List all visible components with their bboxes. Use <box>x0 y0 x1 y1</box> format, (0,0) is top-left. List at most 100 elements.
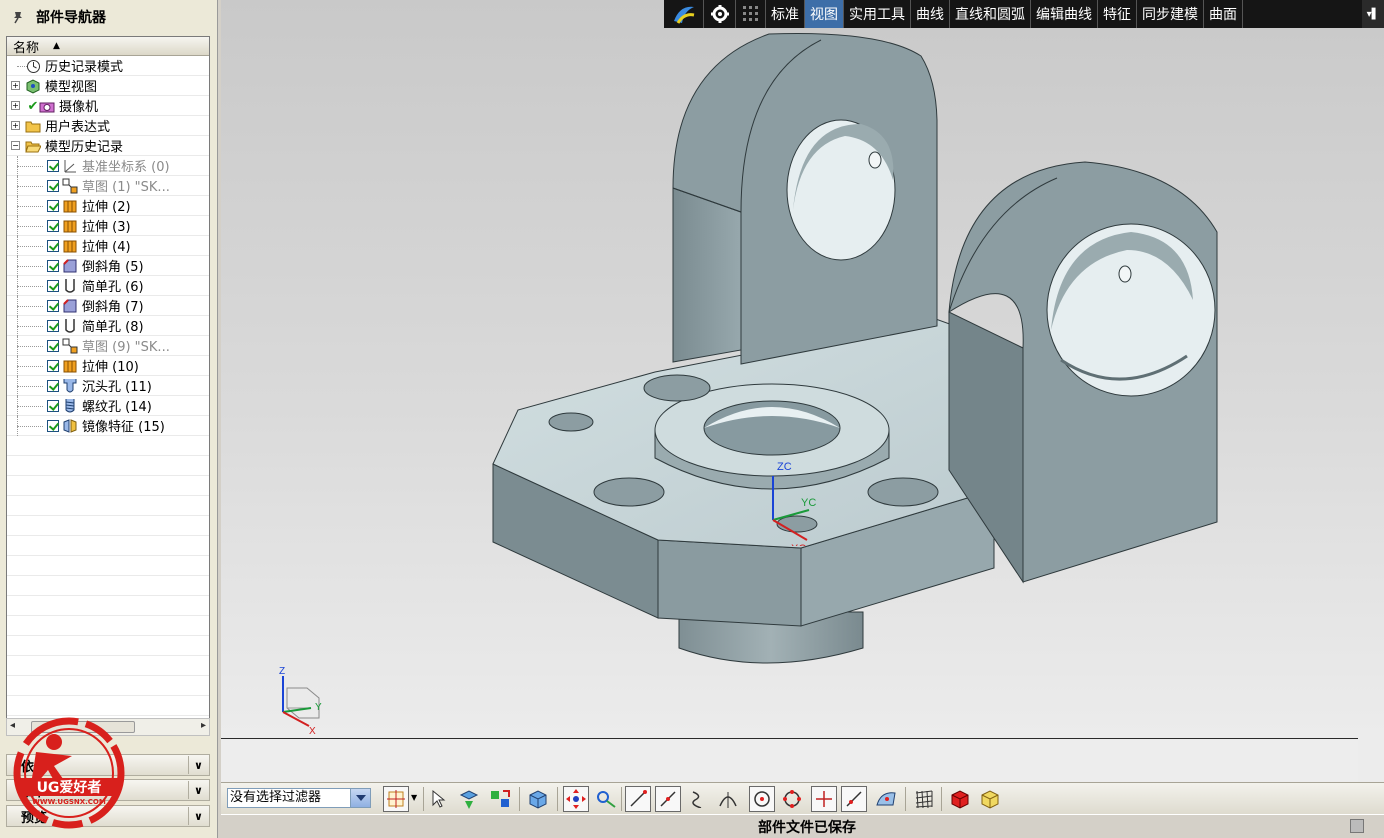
type-filter-select[interactable]: 没有选择过滤器 <box>227 788 371 808</box>
menu-tab[interactable]: 特征 <box>1098 0 1137 28</box>
existing-point-icon[interactable] <box>811 786 837 812</box>
suppress-checkbox[interactable] <box>47 420 59 432</box>
menu-tab[interactable]: 曲线 <box>911 0 950 28</box>
suppress-checkbox[interactable] <box>47 380 59 392</box>
tree-expander-icon[interactable]: + <box>11 81 20 90</box>
tree-expander-icon[interactable]: + <box>11 121 20 130</box>
tree-row[interactable]: 简单孔 (8) <box>7 316 209 336</box>
chamfer-icon <box>62 258 78 274</box>
intersection-point-icon[interactable] <box>715 786 741 812</box>
tree-row[interactable]: 镜像特征 (15) <box>7 416 209 436</box>
point-on-surface-icon[interactable] <box>873 786 899 812</box>
absolute-triad: Z Y X <box>279 666 322 737</box>
tree-empty-row <box>7 496 209 516</box>
tree-row[interactable]: 螺纹孔 (14) <box>7 396 209 416</box>
grid-display-icon[interactable] <box>911 786 937 812</box>
tree-expander-icon[interactable]: − <box>11 141 20 150</box>
menu-overflow-icon[interactable]: ▾▌ <box>1362 0 1384 28</box>
suppress-checkbox[interactable] <box>47 400 59 412</box>
suppress-checkbox[interactable] <box>47 260 59 272</box>
control-point-icon[interactable] <box>685 786 711 812</box>
tree-row[interactable]: 历史记录模式 <box>7 56 209 76</box>
snap-point-toggle-icon[interactable] <box>563 786 589 812</box>
tree-row[interactable]: 草图 (9) "SK... <box>7 336 209 356</box>
chevron-down-icon[interactable]: ∨ <box>188 807 208 825</box>
tree-row[interactable]: 简单孔 (6) <box>7 276 209 296</box>
graphics-window[interactable]: ZC YC XC Z Y X <box>221 0 1384 738</box>
suppress-checkbox[interactable] <box>47 300 59 312</box>
toolbar-separator <box>941 787 942 811</box>
tree-row[interactable]: + 用户表达式 <box>7 116 209 136</box>
menu-tab[interactable]: 实用工具 <box>844 0 911 28</box>
gear-icon[interactable] <box>704 0 736 28</box>
tree-row[interactable]: 拉伸 (10) <box>7 356 209 376</box>
menu-tab[interactable]: 编辑曲线 <box>1031 0 1098 28</box>
abs-x-label: X <box>309 726 316 737</box>
feature-select-icon[interactable] <box>457 786 483 812</box>
tree-item-label: 摄像机 <box>59 100 99 115</box>
chevron-down-icon[interactable] <box>350 789 370 807</box>
tree-row[interactable]: − 模型历史记录 <box>7 136 209 156</box>
tree-item-label: 简单孔 (8) <box>82 320 144 335</box>
mid-point-icon[interactable] <box>655 786 681 812</box>
tree-row[interactable]: 沉头孔 (11) <box>7 376 209 396</box>
suppress-checkbox[interactable] <box>47 200 59 212</box>
point-constructor-icon[interactable] <box>593 786 619 812</box>
chevron-down-icon[interactable]: ∨ <box>188 756 208 774</box>
tree-connector <box>17 406 43 407</box>
tree-row[interactable]: + ✔ 摄像机 <box>7 96 209 116</box>
suppress-checkbox[interactable] <box>47 240 59 252</box>
suppress-checkbox[interactable] <box>47 360 59 372</box>
quadrant-point-icon[interactable] <box>779 786 805 812</box>
point-on-curve-icon[interactable] <box>841 786 867 812</box>
tree-row[interactable]: 拉伸 (3) <box>7 216 209 236</box>
tree-empty-row <box>7 656 209 676</box>
tree-row[interactable]: 拉伸 (4) <box>7 236 209 256</box>
menu-tab[interactable]: 同步建模 <box>1137 0 1204 28</box>
suppress-checkbox[interactable] <box>47 220 59 232</box>
suppress-checkbox[interactable] <box>47 280 59 292</box>
arc-center-icon[interactable] <box>749 786 775 812</box>
suppress-checkbox[interactable] <box>47 160 59 172</box>
tree-row[interactable]: 倒斜角 (5) <box>7 256 209 276</box>
wcs-zc-label: ZC <box>777 461 792 473</box>
abs-x-axis <box>282 711 310 727</box>
tree-expander-icon[interactable]: + <box>11 101 20 110</box>
tree-item-label: 用户表达式 <box>45 120 111 135</box>
column-header-name[interactable]: 名称 ▲ <box>7 37 209 56</box>
body-select-icon[interactable] <box>487 786 513 812</box>
solid-body-icon[interactable] <box>525 786 551 812</box>
suppress-checkbox[interactable] <box>47 340 59 352</box>
scroll-right-icon[interactable]: ▸ <box>201 720 206 731</box>
part-model[interactable] <box>221 0 1384 738</box>
menu-tab[interactable]: 直线和圆弧 <box>950 0 1031 28</box>
chevron-down-icon[interactable]: ∨ <box>188 781 208 799</box>
menu-tab[interactable]: 曲面 <box>1204 0 1243 28</box>
tree-item-label: 草图 (9) "SK... <box>82 340 170 355</box>
highlight-hidden-edges-icon[interactable] <box>947 786 973 812</box>
select-all-icon[interactable] <box>427 786 453 812</box>
tree-item-label: 倒斜角 (7) <box>82 300 144 315</box>
wcs-triad: ZC YC XC <box>772 461 816 546</box>
tree-row[interactable]: 拉伸 (2) <box>7 196 209 216</box>
navigator-tree[interactable]: 名称 ▲ 历史记录模式 + 模型视图 + ✔ 摄像机 + 用户表达式 − 模型历史记录 基准坐标系 … <box>6 36 210 736</box>
nx-logo-icon[interactable] <box>664 0 704 28</box>
grid-snap-icon[interactable] <box>736 0 766 28</box>
menu-tab[interactable]: 标准 <box>766 0 805 28</box>
selection-scope-button[interactable] <box>383 786 409 812</box>
pin-icon[interactable] <box>10 9 26 25</box>
extrude-icon <box>62 358 78 374</box>
end-point-icon[interactable] <box>625 786 651 812</box>
suppress-checkbox[interactable] <box>47 320 59 332</box>
tree-row[interactable]: + 模型视图 <box>7 76 209 96</box>
menu-tab[interactable]: 视图 <box>805 0 844 28</box>
tree-row[interactable]: 基准坐标系 (0) <box>7 156 209 176</box>
tree-row[interactable]: 草图 (1) "SK... <box>7 176 209 196</box>
scope-dropdown-icon[interactable]: ▼ <box>411 793 417 802</box>
tree-row[interactable]: 倒斜角 (7) <box>7 296 209 316</box>
show-hidden-objects-icon[interactable] <box>977 786 1003 812</box>
navigator-title: 部件导航器 <box>36 10 106 26</box>
suppress-checkbox[interactable] <box>47 180 59 192</box>
tree-item-label: 拉伸 (3) <box>82 220 131 235</box>
sketch-icon <box>62 338 78 354</box>
